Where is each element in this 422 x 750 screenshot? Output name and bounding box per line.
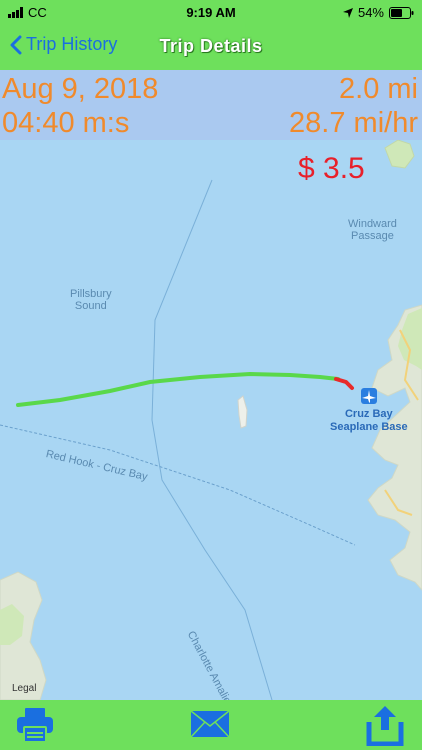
islet-top	[384, 139, 415, 169]
ferry-line	[0, 424, 356, 546]
trip-distance: 2.0 mi	[339, 73, 418, 105]
trip-duration: 04:40 m:s	[2, 107, 130, 139]
status-bar: CC 9:19 AM 54%	[0, 0, 422, 24]
trip-date: Aug 9, 2018	[2, 73, 159, 105]
mail-button[interactable]	[190, 710, 230, 743]
share-button[interactable]	[366, 704, 404, 750]
battery-icon	[389, 6, 414, 19]
trip-route-green	[16, 371, 340, 407]
trip-route-red	[334, 377, 354, 390]
navigation-bar: Trip History Trip Details	[0, 24, 422, 70]
map-label-pillsbury: Pillsbury Sound	[70, 288, 112, 313]
airplane-icon	[361, 388, 377, 404]
location-arrow-icon	[342, 7, 353, 18]
trip-cost: $ 3.5	[298, 152, 365, 185]
bottom-toolbar	[0, 700, 422, 750]
trip-info-panel: Aug 9, 2018 04:40 m:s 2.0 mi 28.7 mi/hr	[0, 70, 422, 140]
legal-link[interactable]: Legal	[12, 683, 36, 694]
share-icon	[366, 706, 404, 747]
boundary-line-1	[151, 179, 273, 700]
print-button[interactable]	[16, 707, 54, 748]
battery-percent: 54%	[357, 5, 384, 20]
map-label-windward: Windward Passage	[348, 218, 397, 243]
map-label-seaplane: Cruz Bay Seaplane Base	[330, 408, 408, 433]
mail-icon	[190, 710, 230, 738]
printer-icon	[17, 708, 53, 743]
islet-middle	[237, 395, 248, 429]
page-title: Trip Details	[159, 36, 263, 56]
trip-speed: 28.7 mi/hr	[289, 107, 418, 139]
status-right: 54%	[342, 5, 414, 20]
